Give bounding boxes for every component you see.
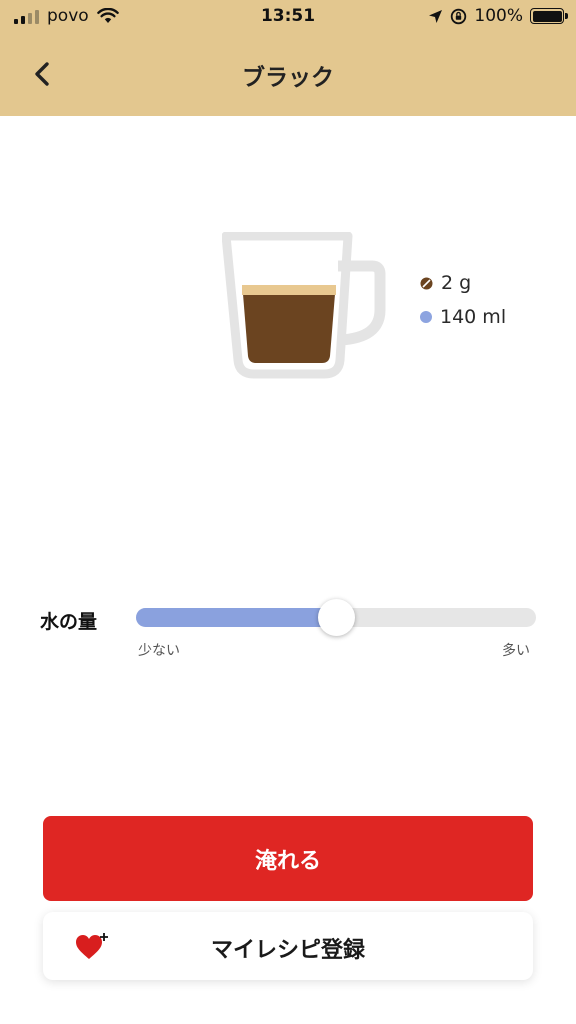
status-bar: povo 13:51 100%: [0, 0, 576, 34]
crema-layer: [242, 285, 336, 295]
battery-percent: 100%: [474, 6, 523, 26]
coffee-fill: [243, 294, 335, 363]
recipe-legend: 2 g 140 ml: [420, 266, 506, 334]
slider-max-label: 多い: [502, 643, 530, 659]
slider-min-label: 少ない: [138, 643, 180, 659]
battery-icon: [530, 8, 568, 24]
navigation-bar: ブラック: [0, 34, 576, 116]
add-my-recipe-button[interactable]: マイレシピ登録: [43, 912, 533, 980]
brew-button[interactable]: 淹れる: [43, 816, 533, 901]
orientation-lock-icon: [451, 8, 467, 24]
header-bar: povo 13:51 100% ブラック: [0, 0, 576, 116]
coffee-bean-icon: [420, 277, 433, 289]
coffee-cup-illustration: [221, 231, 386, 384]
brew-button-label: 淹れる: [254, 848, 321, 874]
water-amount: 140 ml: [440, 306, 507, 328]
page-title: ブラック: [242, 65, 334, 91]
slider-fill: [136, 608, 336, 627]
slider-thumb[interactable]: [318, 599, 355, 636]
beans-amount: 2 g: [441, 272, 472, 294]
location-arrow-icon: [429, 9, 443, 23]
water-amount-slider[interactable]: [136, 599, 536, 636]
my-recipe-label: マイレシピ登録: [210, 938, 365, 963]
beans-row: 2 g: [420, 266, 506, 300]
status-right: 100%: [428, 6, 568, 26]
water-dot-icon: [420, 311, 432, 323]
water-row: 140 ml: [420, 300, 506, 334]
water-amount-label: 水の量: [40, 611, 98, 633]
